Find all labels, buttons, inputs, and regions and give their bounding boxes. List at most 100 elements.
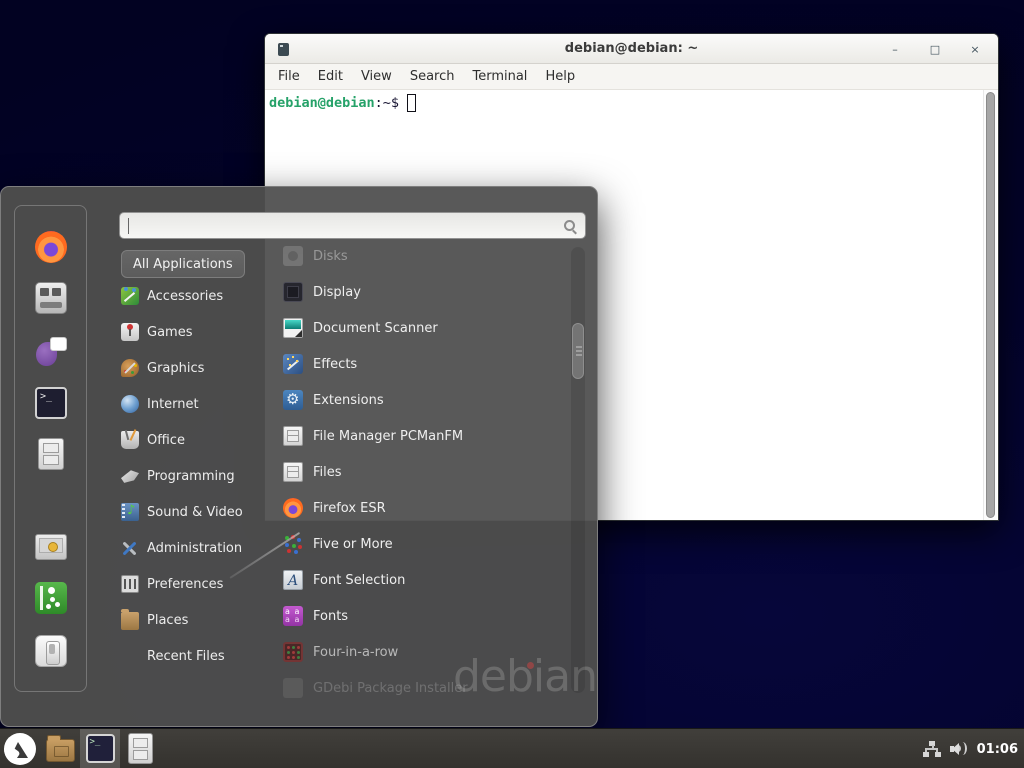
taskbar: 01:06 <box>0 728 1024 768</box>
menu-launcher-icon <box>4 733 36 765</box>
menu-scrollbar-thumb[interactable] <box>572 323 584 379</box>
prompt-user-host: debian@debian <box>269 95 375 111</box>
desktop: debian@debian: ~ – □ × File Edit View Se… <box>0 0 1024 768</box>
category-places[interactable]: Places <box>121 606 265 634</box>
menu-view[interactable]: View <box>352 66 401 87</box>
shutdown-button[interactable] <box>34 634 68 668</box>
app-label: Document Scanner <box>313 321 438 336</box>
disks-icon <box>283 246 303 266</box>
app-files[interactable]: Files <box>283 458 567 486</box>
category-office[interactable]: Office <box>121 426 265 454</box>
search-box <box>119 212 586 239</box>
lock-screen-button[interactable] <box>34 530 68 564</box>
games-icon <box>121 323 139 341</box>
office-icon <box>121 431 139 449</box>
menu-scrollbar[interactable] <box>571 247 585 693</box>
sound-video-icon <box>121 503 139 521</box>
terminal-task-button[interactable] <box>80 729 120 768</box>
document-scanner-icon <box>283 318 303 338</box>
menu-help[interactable]: Help <box>536 66 584 87</box>
app-label: Four-in-a-row <box>313 645 398 660</box>
menu-terminal[interactable]: Terminal <box>463 66 536 87</box>
app-four-in-a-row[interactable]: Four-in-a-row <box>283 638 567 666</box>
terminal-titlebar[interactable]: debian@debian: ~ – □ × <box>265 34 998 64</box>
category-recent-files[interactable]: Recent Files <box>121 642 265 670</box>
category-label: Places <box>147 613 188 628</box>
category-accessories[interactable]: Accessories <box>121 282 265 310</box>
app-effects[interactable]: Effects <box>283 350 567 378</box>
category-graphics[interactable]: Graphics <box>121 354 265 382</box>
lock-screen-icon <box>35 534 67 560</box>
network-icon[interactable] <box>923 741 941 757</box>
category-preferences[interactable]: Preferences <box>121 570 265 598</box>
app-label: Firefox ESR <box>313 501 386 516</box>
file-manager-launcher[interactable] <box>40 729 80 768</box>
app-five-or-more[interactable]: Five or More <box>283 530 567 558</box>
logout-icon <box>35 582 67 614</box>
volume-icon[interactable] <box>950 741 968 757</box>
applications-menu: debian All Applications Accessories Game… <box>0 186 598 727</box>
search-icon <box>564 220 577 233</box>
app-gdebi[interactable]: GDebi Package Installer <box>283 674 567 702</box>
taskbar-launchers <box>0 729 160 768</box>
menu-search[interactable]: Search <box>401 66 464 87</box>
app-label: Display <box>313 285 361 300</box>
app-label: Font Selection <box>313 573 405 588</box>
app-firefox-esr[interactable]: Firefox ESR <box>283 494 567 522</box>
menu-button[interactable] <box>0 729 40 768</box>
close-button[interactable]: × <box>966 40 984 58</box>
terminal-task-icon <box>86 734 115 763</box>
favorite-terminal[interactable] <box>34 386 68 420</box>
search-input[interactable] <box>120 213 585 238</box>
app-label: Disks <box>313 249 348 264</box>
accessories-icon <box>121 287 139 305</box>
terminal-scrollbar-thumb[interactable] <box>986 92 995 518</box>
app-disks[interactable]: Disks <box>283 242 567 270</box>
category-label: Programming <box>147 469 235 484</box>
app-label: GDebi Package Installer <box>313 681 468 696</box>
category-label: Recent Files <box>147 649 225 664</box>
logout-button[interactable] <box>34 581 68 615</box>
app-font-selection[interactable]: Font Selection <box>283 566 567 594</box>
category-label: Accessories <box>147 289 223 304</box>
app-document-scanner[interactable]: Document Scanner <box>283 314 567 342</box>
menu-edit[interactable]: Edit <box>309 66 352 87</box>
terminal-scrollbar[interactable] <box>983 90 997 520</box>
app-label: Files <box>313 465 342 480</box>
maximize-button[interactable]: □ <box>926 40 944 58</box>
administration-icon <box>121 539 139 557</box>
favorite-firefox[interactable] <box>34 230 68 264</box>
favorite-file-manager[interactable] <box>34 437 68 471</box>
system-tray: 01:06 <box>923 729 1018 768</box>
file-manager-icon <box>283 426 303 446</box>
app-file-manager-pcmanfm[interactable]: File Manager PCManFM <box>283 422 567 450</box>
menu-file[interactable]: File <box>269 66 309 87</box>
internet-icon <box>121 395 139 413</box>
category-games[interactable]: Games <box>121 318 265 346</box>
favorite-pidgin[interactable] <box>34 335 68 369</box>
clock[interactable]: 01:06 <box>977 742 1018 757</box>
folder-launcher-icon <box>46 739 75 762</box>
terminal-menubar: File Edit View Search Terminal Help <box>265 64 998 90</box>
minimize-button[interactable]: – <box>886 40 904 58</box>
category-administration[interactable]: Administration <box>121 534 265 562</box>
category-sound-video[interactable]: Sound & Video <box>121 498 265 526</box>
app-display[interactable]: Display <box>283 278 567 306</box>
category-programming[interactable]: Programming <box>121 462 265 490</box>
category-internet[interactable]: Internet <box>121 390 265 418</box>
terminal-icon <box>35 387 67 419</box>
favorite-settings[interactable] <box>34 281 68 315</box>
effects-icon <box>283 354 303 374</box>
app-extensions[interactable]: Extensions <box>283 386 567 414</box>
category-label: Sound & Video <box>147 505 243 520</box>
files-launcher[interactable] <box>120 729 160 768</box>
favorites-panel <box>14 205 87 692</box>
app-fonts[interactable]: Fonts <box>283 602 567 630</box>
terminal-prompt: debian@debian:~$ <box>269 94 416 112</box>
firefox-icon <box>35 231 67 263</box>
category-all-applications[interactable]: All Applications <box>121 250 245 278</box>
category-label: Graphics <box>147 361 204 376</box>
app-label: Fonts <box>313 609 348 624</box>
file-manager-icon <box>38 438 64 470</box>
category-label: Preferences <box>147 577 223 592</box>
